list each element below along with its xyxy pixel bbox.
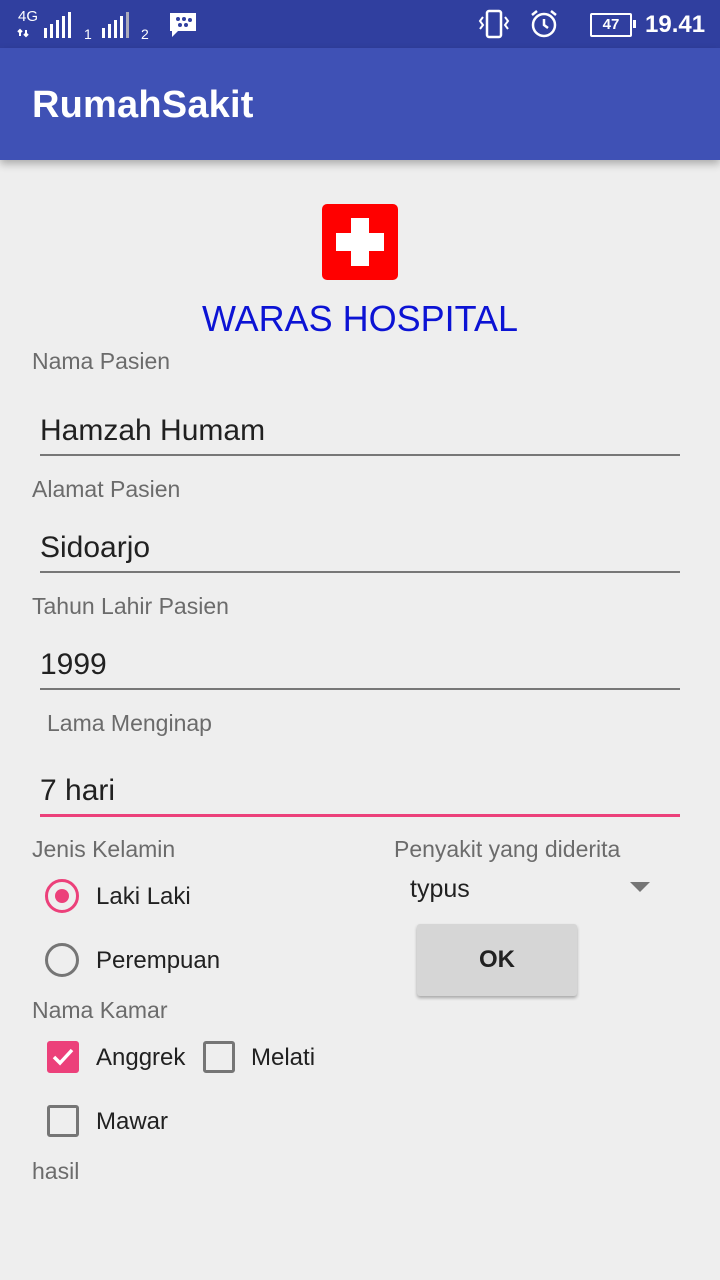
jenis-kelamin-label: Jenis Kelamin <box>32 836 176 862</box>
ok-button[interactable]: OK <box>417 924 577 996</box>
lama-menginap-value: 7 hari <box>40 774 116 807</box>
hospital-name: WARAS HOSPITAL <box>201 298 519 339</box>
melati-label[interactable]: Melati <box>251 1044 315 1072</box>
bbm-icon <box>170 13 196 37</box>
anggrek-label[interactable]: Anggrek <box>96 1044 185 1072</box>
nama-pasien-label: Nama Pasien <box>32 348 171 374</box>
penyakit-spinner[interactable]: typus <box>394 866 664 914</box>
sim1-label: 1 <box>84 26 92 42</box>
hospital-cross-icon <box>322 204 398 280</box>
alamat-pasien-input[interactable]: Sidoarjo <box>40 521 680 573</box>
lama-menginap-input[interactable]: 7 hari <box>40 764 680 817</box>
nama-pasien-input[interactable]: Hamzah Humam <box>40 404 680 456</box>
radio-perempuan[interactable] <box>45 943 79 977</box>
checkbox-melati[interactable] <box>203 1041 235 1073</box>
nama-kamar-label: Nama Kamar <box>32 997 168 1023</box>
alarm-icon <box>531 10 557 38</box>
status-bar: 4G 1 2 47 19.41 <box>0 0 720 48</box>
dropdown-arrow-icon <box>630 882 650 892</box>
battery-level: 47 <box>602 16 620 33</box>
tahun-lahir-input[interactable]: 1999 <box>40 638 680 690</box>
lama-menginap-label: Lama Menginap <box>47 710 212 736</box>
clock: 19.41 <box>645 11 706 38</box>
check-icon <box>52 1048 74 1066</box>
tahun-lahir-value: 1999 <box>40 648 107 681</box>
radio-laki-laki[interactable] <box>45 879 79 913</box>
perempuan-label[interactable]: Perempuan <box>96 947 220 975</box>
checkbox-mawar[interactable] <box>47 1105 79 1137</box>
tahun-lahir-label: Tahun Lahir Pasien <box>32 593 229 619</box>
vibrate-icon <box>478 9 510 39</box>
battery-icon: 47 <box>590 13 636 37</box>
penyakit-value: typus <box>410 875 470 903</box>
hasil-label: hasil <box>32 1158 80 1184</box>
alamat-pasien-label: Alamat Pasien <box>32 476 181 502</box>
sim2-label: 2 <box>141 26 149 42</box>
alamat-pasien-value: Sidoarjo <box>40 531 151 564</box>
laki-laki-label[interactable]: Laki Laki <box>96 883 191 911</box>
app-title: RumahSakit <box>32 84 254 126</box>
mawar-label[interactable]: Mawar <box>96 1108 168 1136</box>
nama-pasien-value: Hamzah Humam <box>40 414 266 447</box>
app-bar: RumahSakit <box>0 48 720 160</box>
checkbox-anggrek[interactable] <box>47 1041 79 1073</box>
penyakit-label: Penyakit yang diderita <box>394 836 621 862</box>
